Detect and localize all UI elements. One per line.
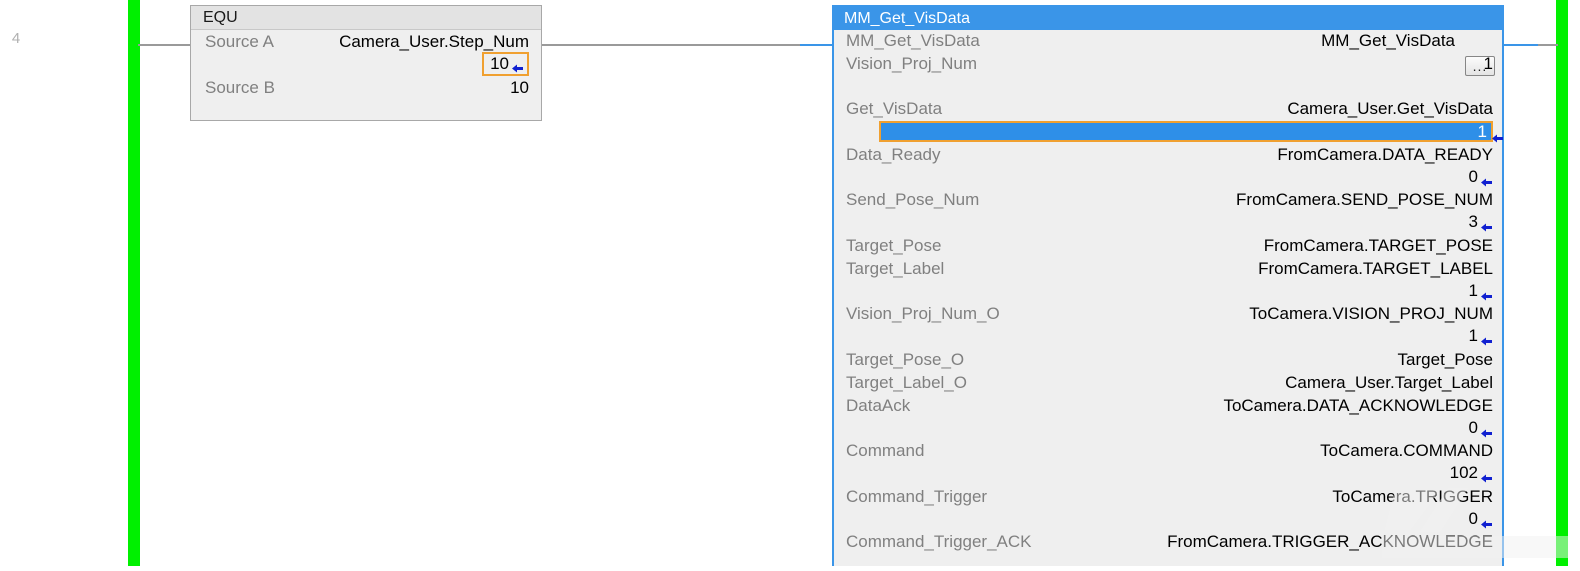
- mm-data-ack-value: 0: [1468, 418, 1478, 437]
- live-value-arrow-icon: [1481, 218, 1493, 231]
- mm-command-value: 102: [1449, 463, 1478, 482]
- mm-row-command-trigger-ack[interactable]: Command_Trigger_ACK FromCamera.TRIGGER_A…: [834, 532, 1502, 552]
- equ-source-a-label: Source A: [205, 32, 274, 51]
- mm-row-target-label[interactable]: Target_Label FromCamera.TARGET_LABEL: [834, 259, 1502, 279]
- mm-row-send-pose-num[interactable]: Send_Pose_Num FromCamera.SEND_POSE_NUM: [834, 190, 1502, 210]
- mm-send-pose-num-value: 3: [1468, 212, 1478, 231]
- mm-send-pose-num-value-wrap[interactable]: 3: [1469, 212, 1493, 232]
- wire-mm-to-rail-gray: [1538, 44, 1558, 46]
- mm-vision-proj-num-o-label: Vision_Proj_Num_O: [846, 304, 1000, 323]
- mm-get-visdata-block[interactable]: MM_Get_VisData MM_Get_VisData MM_Get_Vis…: [832, 5, 1504, 566]
- mm-target-label-value: 1: [1468, 281, 1478, 300]
- equ-block-title: EQU: [191, 6, 541, 30]
- mm-target-pose-operand[interactable]: FromCamera.TARGET_POSE: [941, 236, 1493, 256]
- equ-instruction-block[interactable]: EQU Source A Camera_User.Step_Num 10 Sou…: [190, 5, 542, 121]
- mm-target-label-o-operand[interactable]: Camera_User.Target_Label: [967, 373, 1493, 393]
- mm-vision-proj-num-o-value-wrap[interactable]: 1: [1469, 326, 1493, 346]
- mm-row-target-pose[interactable]: Target_Pose FromCamera.TARGET_POSE: [834, 236, 1502, 256]
- mm-get-visdata-value: 1: [1477, 121, 1487, 141]
- mm-row-data-ack[interactable]: DataAck ToCamera.DATA_ACKNOWLEDGE: [834, 396, 1502, 416]
- mm-command-trigger-value-wrap[interactable]: 0: [1469, 509, 1493, 529]
- equ-source-b-label: Source B: [205, 78, 275, 97]
- mm-get-visdata-operand[interactable]: Camera_User.Get_VisData: [942, 99, 1493, 119]
- mm-row-command-trigger[interactable]: Command_Trigger ToCamera.TRIGGER: [834, 487, 1502, 507]
- mm-command-label: Command: [846, 441, 925, 460]
- mm-data-ack-operand[interactable]: ToCamera.DATA_ACKNOWLEDGE: [910, 396, 1493, 416]
- mm-data-ack-value-wrap[interactable]: 0: [1469, 418, 1493, 438]
- mm-row-vision-proj-num-o[interactable]: Vision_Proj_Num_O ToCamera.VISION_PROJ_N…: [834, 304, 1502, 324]
- rung-number: 4: [11, 30, 21, 47]
- mm-row-instance[interactable]: MM_Get_VisData MM_Get_VisData: [834, 31, 1502, 51]
- mm-data-ready-operand[interactable]: FromCamera.DATA_READY: [941, 145, 1493, 165]
- equ-source-a-value-chip[interactable]: 10: [482, 52, 529, 77]
- mm-command-trigger-label: Command_Trigger: [846, 487, 988, 506]
- equ-source-b-value[interactable]: 10: [275, 78, 529, 98]
- mm-row-data-ready[interactable]: Data_Ready FromCamera.DATA_READY: [834, 145, 1502, 165]
- power-rail-right: [1556, 0, 1568, 566]
- mm-target-label-value-wrap[interactable]: 1: [1469, 281, 1493, 301]
- live-value-arrow-icon: [512, 59, 524, 73]
- equ-source-a-operand[interactable]: Camera_User.Step_Num: [274, 32, 529, 52]
- mm-row-vision-proj-num[interactable]: Vision_Proj_Num 1: [834, 54, 1502, 74]
- mm-send-pose-num-operand[interactable]: FromCamera.SEND_POSE_NUM: [979, 190, 1493, 210]
- mm-command-trigger-ack-operand[interactable]: FromCamera.TRIGGER_ACKNOWLEDGE: [1032, 532, 1493, 552]
- mm-vision-proj-num-o-value: 1: [1468, 326, 1478, 345]
- mm-vision-proj-num-value[interactable]: 1: [977, 54, 1493, 74]
- live-value-arrow-icon: [1481, 173, 1493, 186]
- mm-row-target-pose-o[interactable]: Target_Pose_O Target_Pose: [834, 350, 1502, 370]
- live-value-arrow-icon: [1481, 287, 1493, 300]
- mm-data-ack-label: DataAck: [846, 396, 911, 415]
- mm-row-get-visdata[interactable]: Get_VisData Camera_User.Get_VisData: [834, 99, 1502, 119]
- mm-target-label-operand[interactable]: FromCamera.TARGET_LABEL: [944, 259, 1493, 279]
- mm-vision-proj-num-o-operand[interactable]: ToCamera.VISION_PROJ_NUM: [1000, 304, 1493, 324]
- mm-command-value-wrap[interactable]: 102: [1450, 463, 1493, 483]
- mm-command-trigger-value: 0: [1468, 509, 1478, 528]
- equ-row-source-a[interactable]: Source A Camera_User.Step_Num: [191, 32, 541, 52]
- live-value-arrow-icon: [1492, 129, 1504, 143]
- mm-instance-label: MM_Get_VisData: [846, 31, 980, 50]
- wire-rail-to-equ: [138, 44, 192, 46]
- mm-get-visdata-label: Get_VisData: [846, 99, 943, 118]
- live-value-arrow-icon: [1481, 469, 1493, 482]
- mm-target-pose-o-operand[interactable]: Target_Pose: [964, 350, 1493, 370]
- mm-vision-proj-num-label: Vision_Proj_Num: [846, 54, 978, 73]
- mm-data-ready-value-wrap[interactable]: 0: [1469, 167, 1493, 187]
- mm-target-pose-o-label: Target_Pose_O: [846, 350, 965, 369]
- live-value-arrow-icon: [1481, 515, 1493, 528]
- equ-row-source-b[interactable]: Source B 10: [191, 78, 541, 98]
- wire-mm-to-rail-blue: [1504, 44, 1542, 46]
- equ-source-a-value-wrap[interactable]: 10: [482, 52, 529, 77]
- mm-send-pose-num-label: Send_Pose_Num: [846, 190, 980, 209]
- wire-mm-input-energized: [800, 44, 834, 46]
- mm-instance-operand[interactable]: MM_Get_VisData: [980, 31, 1493, 51]
- mm-row-target-label-o[interactable]: Target_Label_O Camera_User.Target_Label: [834, 373, 1502, 393]
- live-value-arrow-icon: [1481, 332, 1493, 345]
- mm-command-trigger-operand[interactable]: ToCamera.TRIGGER: [987, 487, 1493, 507]
- mm-get-visdata-value-selected[interactable]: 1: [879, 121, 1503, 143]
- live-value-arrow-icon: [1481, 424, 1493, 437]
- mm-target-label-o-label: Target_Label_O: [846, 373, 967, 392]
- mm-row-command[interactable]: Command ToCamera.COMMAND: [834, 441, 1502, 461]
- power-rail-left: [128, 0, 140, 566]
- mm-block-title: MM_Get_VisData: [834, 7, 1502, 30]
- mm-command-trigger-ack-label: Command_Trigger_ACK: [846, 532, 1032, 551]
- mm-block-body: MM_Get_VisData MM_Get_VisData ... Vision…: [834, 30, 1503, 566]
- mm-data-ready-label: Data_Ready: [846, 145, 941, 164]
- equ-source-a-value: 10: [490, 54, 509, 73]
- mm-target-pose-label: Target_Pose: [846, 236, 942, 255]
- mm-command-operand[interactable]: ToCamera.COMMAND: [924, 441, 1493, 461]
- equ-block-body: Source A Camera_User.Step_Num 10 Source …: [191, 30, 541, 120]
- mm-data-ready-value: 0: [1468, 167, 1478, 186]
- mm-target-label-label: Target_Label: [846, 259, 945, 278]
